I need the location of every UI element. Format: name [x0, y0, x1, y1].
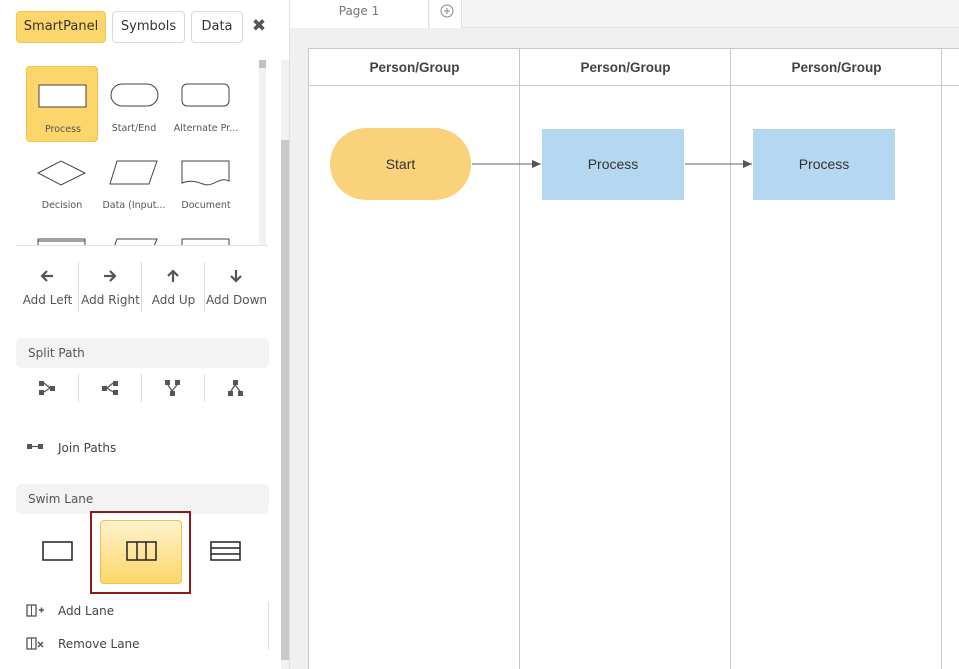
shape-label: Data (Input... [102, 200, 166, 211]
shape-process[interactable]: Process [26, 66, 98, 142]
panel-scroll-thumb[interactable] [281, 140, 289, 660]
arrow-right-icon [104, 270, 117, 282]
alternate-process-icon [181, 83, 230, 107]
shape-decision[interactable]: Decision [26, 143, 98, 219]
close-panel-icon[interactable]: ✖ [249, 14, 269, 38]
shape-start-end[interactable]: Start/End [98, 66, 170, 142]
split-path-heading: Split Path [16, 338, 269, 368]
add-left-button[interactable]: Add Left [16, 262, 79, 312]
add-right-label: Add Right [81, 293, 140, 307]
shape-label: Start/End [111, 123, 157, 134]
divider [268, 602, 269, 650]
lane-horizontal-button[interactable] [185, 520, 267, 584]
add-up-button[interactable]: Add Up [142, 262, 205, 312]
split-up-icon [228, 380, 243, 396]
add-lane-icon [26, 604, 44, 617]
shape-document[interactable]: Document [170, 143, 242, 219]
split-down-button[interactable] [142, 373, 204, 403]
lane-single-button[interactable] [17, 520, 99, 584]
split-right-icon [39, 381, 55, 395]
shape-label: Document [181, 200, 231, 211]
decision-diamond-icon [37, 160, 87, 186]
add-lane-label: Add Lane [58, 604, 115, 618]
page-tab-bar: Page 1 [290, 0, 959, 28]
add-page-button[interactable] [430, 0, 462, 28]
data-parallelogram-icon [114, 238, 158, 245]
swim-lane-heading: Swim Lane [16, 484, 269, 514]
arrow-down-icon [230, 270, 242, 283]
add-circle-icon [440, 4, 454, 18]
data-parallelogram-icon [109, 160, 158, 185]
tab-symbols[interactable]: Symbols [112, 11, 185, 43]
tab-page-1[interactable]: Page 1 [290, 0, 429, 28]
smart-panel: SmartPanel Symbols Data ✖ Process Start/… [0, 0, 290, 669]
add-lane-button[interactable]: Add Lane [26, 602, 146, 622]
remove-lane-icon [26, 637, 44, 650]
shape-label: Decision [41, 200, 83, 211]
process-node-2[interactable]: Process [753, 129, 895, 200]
tab-data[interactable]: Data [191, 11, 243, 43]
add-down-label: Add Down [205, 293, 268, 307]
remove-lane-button[interactable]: Remove Lane [26, 635, 156, 655]
add-up-label: Add Up [151, 293, 196, 307]
horizontal-lanes-icon [210, 541, 241, 561]
process-rect-icon [37, 238, 86, 245]
process-rect-icon [38, 84, 87, 108]
remove-lane-label: Remove Lane [58, 637, 140, 651]
lane-vertical-button[interactable] [100, 520, 182, 584]
split-down-icon [165, 380, 180, 396]
split-up-button[interactable] [205, 373, 267, 403]
join-paths-button[interactable]: Join Paths [26, 439, 146, 459]
shape-library-scrollbar[interactable] [259, 60, 266, 245]
shape-label: Alternate Pr... [173, 123, 239, 134]
arrow-left-icon [40, 270, 53, 282]
diagram-page[interactable]: Person/Group Person/Group Person/Group S… [308, 48, 959, 669]
add-right-button[interactable]: Add Right [79, 262, 142, 312]
process-node-1[interactable]: Process [542, 129, 684, 200]
document-icon [181, 160, 230, 186]
split-right-button[interactable] [16, 373, 78, 403]
single-lane-icon [42, 541, 73, 561]
join-paths-icon [27, 444, 43, 449]
split-left-button[interactable] [79, 373, 141, 403]
arrow-up-icon [167, 269, 179, 282]
app-window: SmartPanel Symbols Data ✖ Process Start/… [0, 0, 959, 669]
shape-library: Process Start/End Alternate Pr... Decisi… [16, 60, 268, 246]
shape-alternate-process[interactable]: Alternate Pr... [170, 66, 242, 142]
canvas-area[interactable]: Person/Group Person/Group Person/Group S… [290, 28, 959, 669]
vertical-lanes-icon [126, 541, 157, 561]
shape-library-scroll-thumb[interactable] [259, 60, 266, 68]
shape-data[interactable]: Data (Input... [98, 143, 170, 219]
tab-smartpanel[interactable]: SmartPanel [16, 11, 106, 43]
start-node[interactable]: Start [330, 128, 471, 200]
add-down-button[interactable]: Add Down [205, 262, 268, 312]
split-left-icon [102, 381, 118, 395]
document-icon [181, 238, 230, 245]
join-paths-label: Join Paths [58, 441, 117, 455]
panel-scrollbar[interactable] [281, 60, 289, 669]
shape-label: Process [44, 124, 82, 135]
start-end-icon [110, 83, 159, 107]
add-left-label: Add Left [22, 293, 73, 307]
